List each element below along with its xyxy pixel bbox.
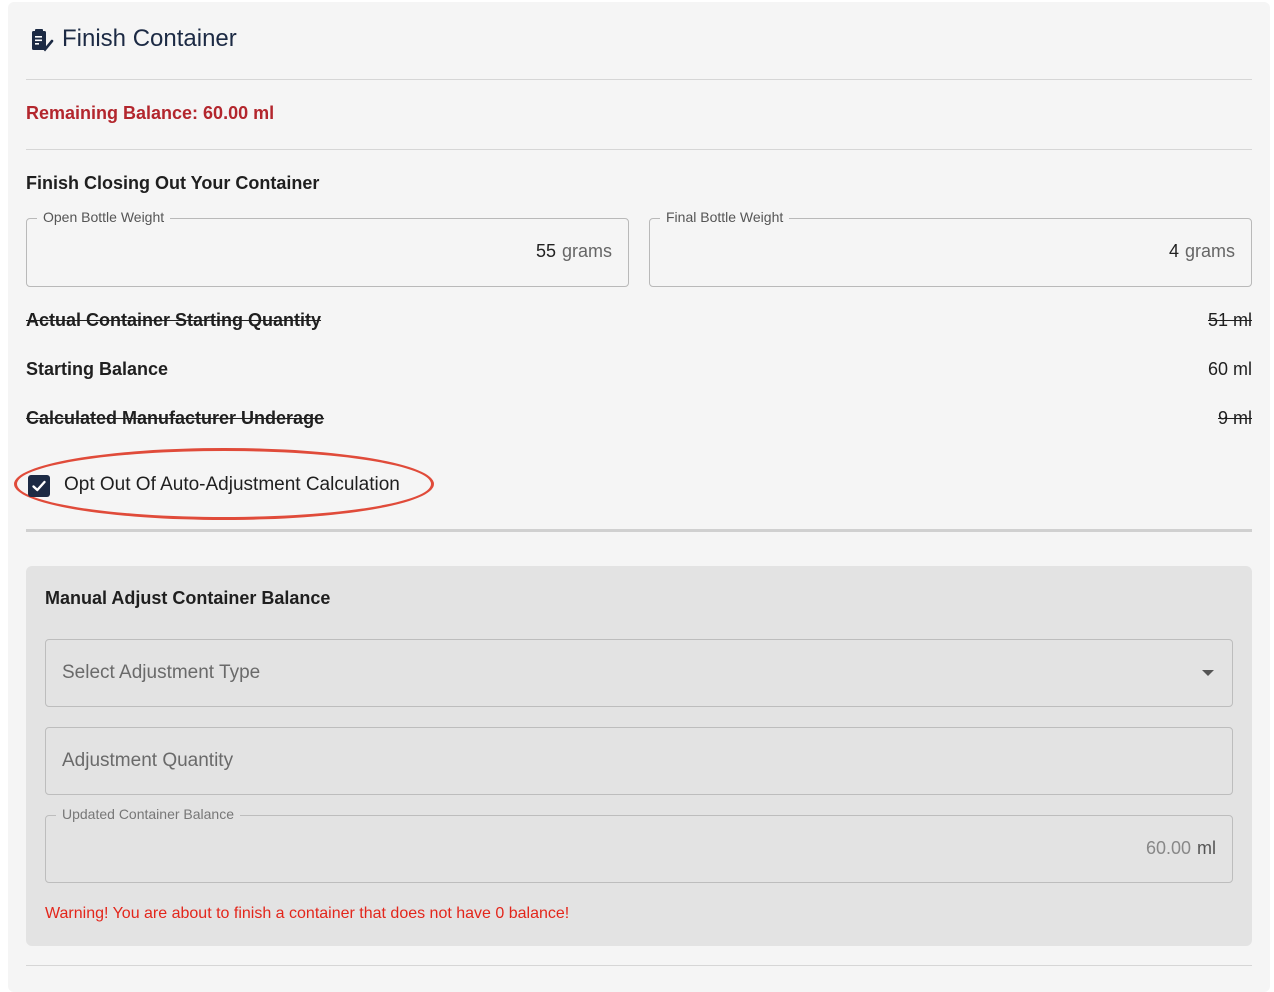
final-bottle-weight-value: 4 grams (1169, 241, 1235, 262)
adjustment-type-select[interactable]: Select Adjustment Type (45, 639, 1233, 707)
header-divider (26, 79, 1252, 80)
starting-balance-value: 60 ml (1207, 359, 1252, 379)
adjustment-quantity-placeholder: Adjustment Quantity (62, 750, 234, 771)
adjustment-quantity-input[interactable]: Adjustment Quantity (45, 727, 1233, 795)
chevron-down-icon (1202, 670, 1214, 676)
checkmark-icon (32, 480, 46, 492)
updated-balance-unit: ml (1197, 838, 1216, 858)
open-bottle-weight-unit: grams (561, 241, 612, 261)
opt-out-divider (26, 529, 1252, 532)
section-divider (26, 149, 1252, 150)
open-bottle-weight-label: Open Bottle Weight (37, 209, 171, 225)
open-bottle-weight-field[interactable]: Open Bottle Weight 55 grams (26, 209, 629, 287)
page-title: Finish Container (62, 25, 237, 52)
remaining-balance: Remaining Balance: 60.00 ml (26, 103, 275, 123)
final-bottle-weight-label: Final Bottle Weight (660, 209, 790, 225)
updated-balance-value: 60.00 ml (1146, 838, 1216, 859)
closing-section-title: Finish Closing Out Your Container (26, 173, 320, 193)
bottom-divider (26, 965, 1252, 966)
manufacturer-underage-value: 9 ml (1217, 408, 1252, 428)
adjustment-type-placeholder: Select Adjustment Type (62, 662, 261, 683)
actual-starting-quantity-value: 51 ml (1207, 310, 1252, 330)
final-bottle-weight-unit: grams (1184, 241, 1235, 261)
clipboard-check-icon (30, 29, 54, 53)
updated-balance-number: 60.00 (1145, 838, 1191, 858)
opt-out-label[interactable]: Opt Out Of Auto-Adjustment Calculation (64, 474, 400, 496)
starting-balance-label: Starting Balance (26, 359, 169, 379)
updated-balance-field: Updated Container Balance 60.00 ml (45, 806, 1233, 883)
manufacturer-underage-label: Calculated Manufacturer Underage (26, 408, 325, 428)
open-bottle-weight-value: 55 grams (536, 241, 612, 262)
final-bottle-weight-number: 4 (1168, 241, 1179, 261)
actual-starting-quantity-label: Actual Container Starting Quantity (26, 310, 322, 330)
manual-adjust-title: Manual Adjust Container Balance (45, 588, 331, 608)
warning-message: Warning! You are about to finish a conta… (45, 905, 570, 922)
opt-out-checkbox[interactable] (28, 475, 50, 497)
final-bottle-weight-field[interactable]: Final Bottle Weight 4 grams (649, 209, 1252, 287)
updated-balance-label: Updated Container Balance (56, 806, 241, 822)
open-bottle-weight-number: 55 (535, 241, 556, 261)
